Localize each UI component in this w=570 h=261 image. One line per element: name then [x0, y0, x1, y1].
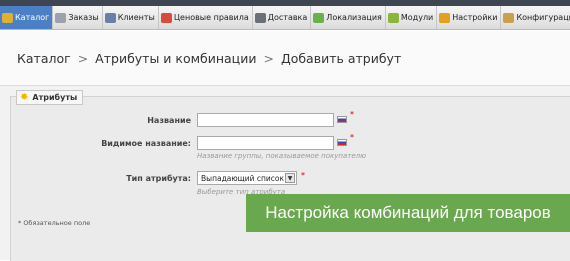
page-title: Добавить атрибут — [280, 51, 402, 66]
menu-tab-label: Конфигурация — [516, 13, 570, 22]
price-rules-icon — [160, 12, 172, 23]
breadcrumb: Каталог > Атрибуты и комбинации > Добави… — [17, 51, 401, 66]
name-label: Название — [147, 116, 191, 125]
menu-tab-orders[interactable]: Заказы — [53, 6, 103, 29]
promo-banner: Настройка комбинаций для товаров — [246, 194, 570, 232]
name-input[interactable] — [197, 113, 334, 127]
menu-tab-label: Настройки — [452, 13, 498, 22]
menu-tab-label: Каталог — [15, 13, 50, 22]
preferences-icon — [439, 12, 451, 23]
attribute-type-select[interactable]: Выпадающий список ▼ — [197, 171, 297, 185]
required-mark: * — [350, 133, 354, 142]
required-field-note: * Обязательное поле — [18, 219, 91, 227]
main-menu: Каталог Заказы Клиенты Ценовые правила Доста… — [0, 6, 570, 30]
customers-icon — [104, 12, 116, 23]
modules-icon — [387, 12, 399, 23]
shipping-icon — [254, 12, 266, 23]
banner-text: Настройка комбинаций для товаров — [265, 203, 551, 222]
breadcrumb-catalog[interactable]: Каталог — [17, 51, 71, 66]
language-flag-icon[interactable] — [337, 139, 347, 146]
localization-icon — [313, 12, 325, 23]
menu-tab-modules[interactable]: Модули — [386, 6, 438, 29]
orders-icon — [55, 12, 67, 23]
menu-tab-preferences[interactable]: Настройки — [437, 6, 502, 29]
attribute-type-value: Выпадающий список — [201, 173, 285, 183]
public-name-input[interactable] — [197, 136, 334, 150]
menu-tab-shipping[interactable]: Доставка — [253, 6, 312, 29]
menu-tab-label: Клиенты — [117, 13, 155, 22]
star-icon: ✸ — [20, 92, 29, 103]
form-legend-label: Атрибуты — [32, 93, 78, 102]
menu-tab-localization[interactable]: Локализация — [311, 6, 386, 29]
required-mark: * — [350, 110, 354, 119]
breadcrumb-separator: > — [263, 51, 274, 66]
public-name-hint: Название группы, показываемое покупателю — [197, 152, 367, 160]
menu-tab-customers[interactable]: Клиенты — [103, 6, 159, 29]
menu-tab-label: Локализация — [326, 13, 382, 22]
attribute-type-label: Тип атрибута: — [126, 174, 191, 183]
menu-tab-configuration[interactable]: Конфигурация — [501, 6, 570, 29]
catalog-icon — [2, 12, 13, 23]
language-flag-icon[interactable] — [337, 116, 347, 123]
menu-tab-label: Доставка — [267, 13, 308, 22]
menu-tab-label: Ценовые правила — [173, 13, 249, 22]
menu-tab-label: Модули — [400, 13, 434, 22]
configuration-icon — [503, 12, 515, 23]
menu-tab-catalog[interactable]: Каталог — [0, 6, 54, 29]
menu-tab-price-rules[interactable]: Ценовые правила — [159, 6, 253, 29]
public-name-label: Видимое название: — [101, 139, 191, 148]
menu-tab-label: Заказы — [68, 13, 99, 22]
required-mark: * — [301, 171, 305, 180]
chevron-down-icon: ▼ — [285, 173, 295, 183]
breadcrumb-bar: Каталог > Атрибуты и комбинации > Добави… — [0, 31, 570, 86]
breadcrumb-attributes[interactable]: Атрибуты и комбинации — [95, 51, 256, 66]
form-legend: ✸ Атрибуты — [16, 90, 84, 105]
breadcrumb-separator: > — [77, 51, 89, 66]
